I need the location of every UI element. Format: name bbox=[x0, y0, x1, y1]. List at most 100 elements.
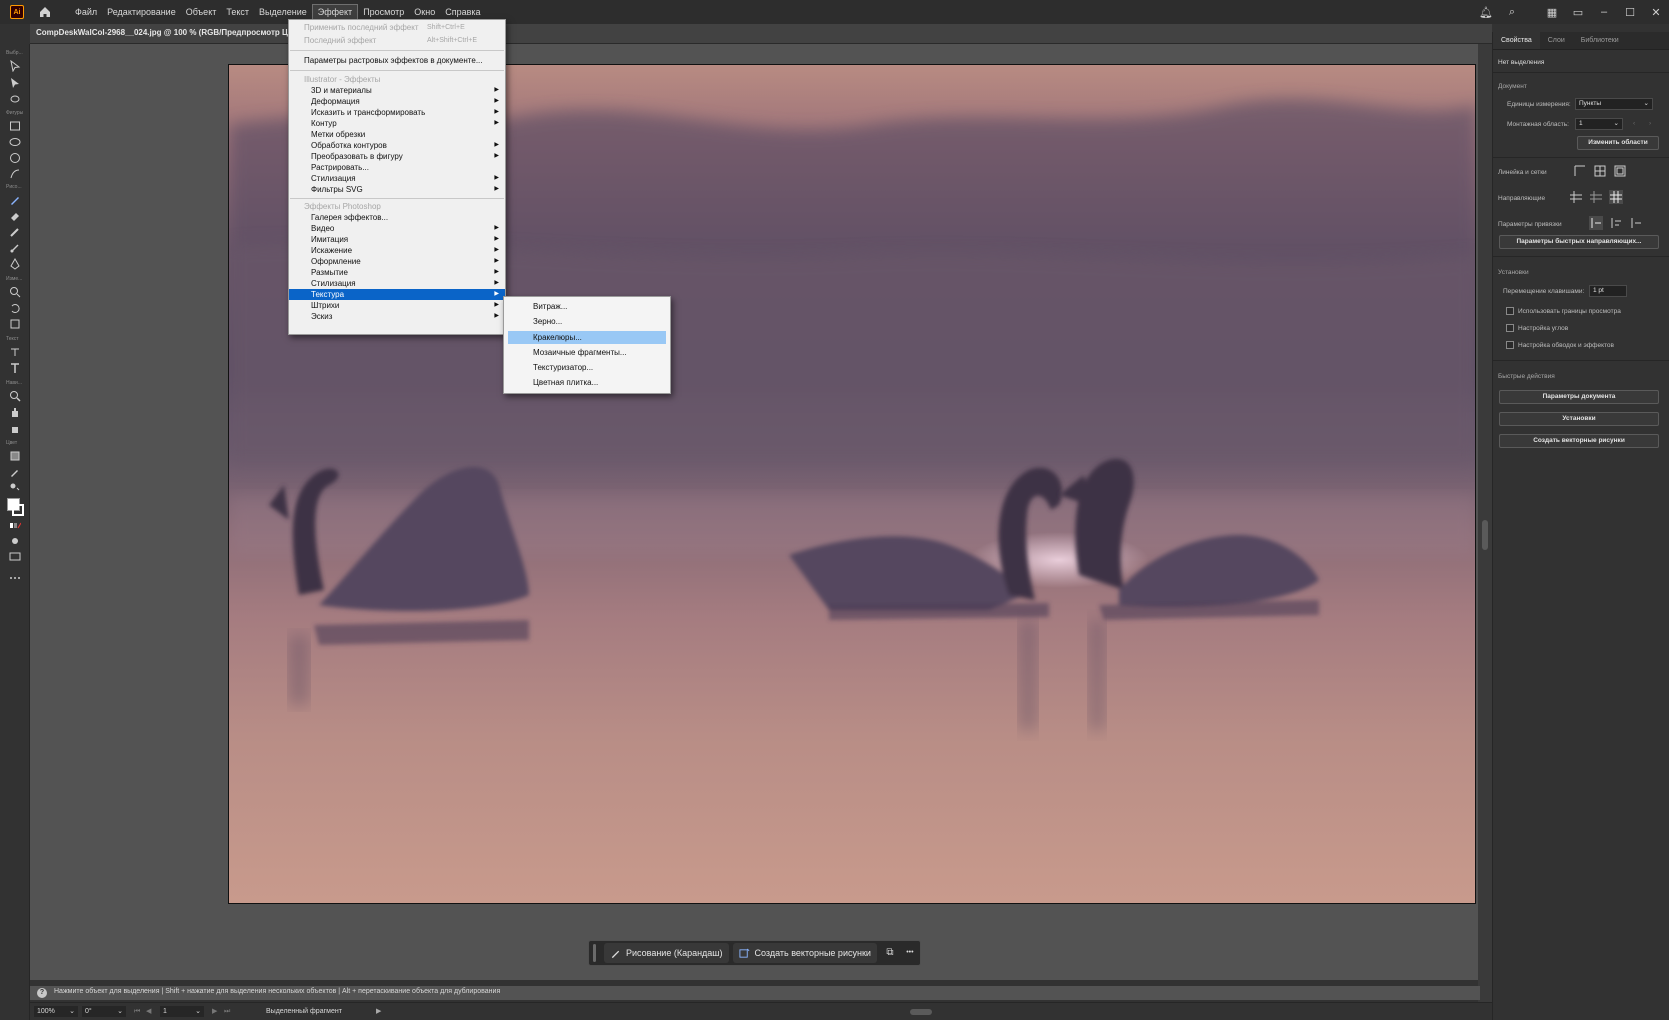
menu-item-artistic[interactable]: Имитация ▶ bbox=[289, 234, 505, 245]
close-icon[interactable]: ✕ bbox=[1643, 6, 1669, 19]
home-icon[interactable] bbox=[38, 5, 52, 19]
menu-raster-effects-settings[interactable]: Параметры растровых эффектов в документе… bbox=[289, 55, 505, 66]
width-tool-icon[interactable] bbox=[9, 318, 21, 330]
more-options-icon[interactable]: ••• bbox=[903, 946, 917, 960]
eyedropper-tool-icon[interactable] bbox=[9, 466, 21, 478]
menu-view[interactable]: Просмотр bbox=[358, 4, 409, 20]
tab-layers[interactable]: Слои bbox=[1540, 32, 1573, 49]
snap-to-point-icon[interactable] bbox=[1589, 216, 1603, 230]
image-options-icon[interactable]: ⧉ bbox=[883, 946, 897, 960]
rotate-view-tool-icon[interactable] bbox=[9, 422, 21, 434]
first-artboard-icon[interactable]: ⏮ bbox=[134, 1006, 140, 1017]
checkbox-preview-bounds[interactable] bbox=[1506, 307, 1514, 315]
menu-item-stylize-ai[interactable]: Стилизация ▶ bbox=[289, 173, 505, 184]
search-icon[interactable]: ⌕ bbox=[1499, 6, 1525, 19]
pen-tool-icon[interactable] bbox=[9, 258, 21, 270]
ellipse-tool-icon[interactable] bbox=[9, 136, 21, 148]
menu-item-pixelate[interactable]: Оформление ▶ bbox=[289, 256, 505, 267]
edit-artboards-button[interactable]: Изменить области bbox=[1577, 136, 1659, 150]
submenu-item-texturizer[interactable]: Текстуризатор... bbox=[508, 361, 666, 374]
polygon-tool-icon[interactable] bbox=[9, 152, 21, 164]
menu-item-texture[interactable]: Текстура ▶ bbox=[289, 289, 505, 300]
menu-item-sketch[interactable]: Эскиз ▶ bbox=[289, 311, 505, 322]
menu-item-stylize-ps[interactable]: Стилизация ▶ bbox=[289, 278, 505, 289]
draw-mode-icon[interactable] bbox=[9, 535, 21, 547]
minimize-icon[interactable]: – bbox=[1591, 6, 1617, 18]
snap-to-pixel-icon[interactable] bbox=[1609, 216, 1623, 230]
menu-select[interactable]: Выделение bbox=[254, 4, 312, 20]
more-tools-icon[interactable] bbox=[9, 572, 21, 584]
menu-effect[interactable]: Эффект bbox=[311, 4, 359, 20]
menu-item-video[interactable]: Видео ▶ bbox=[289, 223, 505, 234]
blob-brush-tool-icon[interactable] bbox=[9, 242, 21, 254]
menu-item-distort[interactable]: Искажение ▶ bbox=[289, 245, 505, 256]
help-icon[interactable]: ? bbox=[37, 988, 47, 998]
prev-artboard-icon[interactable]: ‹ bbox=[1633, 120, 1635, 127]
screen-mode-icon[interactable] bbox=[9, 550, 21, 562]
menu-item-convert-to-shape[interactable]: Преобразовать в фигуру ▶ bbox=[289, 151, 505, 162]
menu-item-3d[interactable]: 3D и материалы ▶ bbox=[289, 85, 505, 96]
artboard-select[interactable]: 1 ⌄ bbox=[1575, 118, 1623, 130]
type-tool-icon[interactable] bbox=[9, 362, 21, 374]
last-artboard-icon[interactable]: ⏭ bbox=[224, 1006, 230, 1017]
color-mode-icon[interactable] bbox=[9, 520, 21, 532]
document-tab[interactable]: CompDeskWalCol-2968__024.jpg @ 100 % (RG… bbox=[36, 28, 296, 37]
menu-item-crop-marks[interactable]: Метки обрезки bbox=[289, 129, 505, 140]
selection-tool-icon[interactable] bbox=[9, 60, 21, 72]
zoom-tool-icon[interactable] bbox=[9, 390, 21, 402]
units-select[interactable]: Пункты ⌄ bbox=[1575, 98, 1653, 110]
shaper-tool-icon[interactable] bbox=[9, 168, 21, 180]
grid-icon[interactable] bbox=[1593, 164, 1607, 178]
menu-edit[interactable]: Редактирование bbox=[102, 4, 181, 20]
hand-tool-icon[interactable] bbox=[9, 406, 21, 418]
menu-file[interactable]: Файл bbox=[70, 4, 102, 20]
menu-help[interactable]: Справка bbox=[440, 4, 485, 20]
next-artboard-icon[interactable]: › bbox=[1649, 120, 1651, 127]
submenu-item-grain[interactable]: Зерно... bbox=[508, 315, 666, 328]
stroke-color-swatch[interactable] bbox=[12, 504, 24, 516]
rotation-field[interactable]: 0° ⌄ bbox=[82, 1006, 126, 1017]
submenu-item-craquelure[interactable]: Кракелюры... bbox=[508, 331, 666, 344]
bell-icon[interactable]: 🔔︎ bbox=[1473, 6, 1499, 19]
menu-item-svg-filters[interactable]: Фильтры SVG ▶ bbox=[289, 184, 505, 195]
menu-item-distort-transform[interactable]: Исказить и трансформировать ▶ bbox=[289, 107, 505, 118]
menu-item-brush-strokes[interactable]: Штрихи ▶ bbox=[289, 300, 505, 311]
rotate-tool-icon[interactable] bbox=[9, 302, 21, 314]
menu-object[interactable]: Объект bbox=[181, 4, 222, 20]
swap-colors-icon[interactable] bbox=[9, 482, 21, 494]
next-artboard-icon[interactable]: ▶ bbox=[212, 1006, 217, 1017]
smart-guides-settings-button[interactable]: Параметры быстрых направляющих... bbox=[1499, 235, 1659, 249]
document-setup-button[interactable]: Параметры документа bbox=[1499, 390, 1659, 404]
workspace-icon[interactable]: ▦ bbox=[1539, 6, 1565, 19]
menu-window[interactable]: Окно bbox=[409, 4, 440, 20]
menu-item-path[interactable]: Контур ▶ bbox=[289, 118, 505, 129]
ruler-icon[interactable] bbox=[1573, 164, 1587, 178]
scrollbar-thumb[interactable] bbox=[1482, 520, 1488, 550]
arrange-docs-icon[interactable]: ▭ bbox=[1565, 6, 1591, 19]
scale-tool-icon[interactable] bbox=[9, 286, 21, 298]
type-on-path-tool-icon[interactable] bbox=[9, 346, 21, 358]
zoom-level-field[interactable]: 100% ⌄ bbox=[34, 1006, 78, 1017]
create-vector-art-button[interactable]: Создать векторные рисунки bbox=[732, 943, 877, 963]
maximize-icon[interactable]: ☐ bbox=[1617, 6, 1643, 19]
horizontal-scrollbar-thumb[interactable] bbox=[910, 1009, 932, 1015]
vertical-scrollbar[interactable] bbox=[1478, 44, 1492, 1004]
snap-to-glyph-icon[interactable] bbox=[1629, 216, 1643, 230]
menu-type[interactable]: Текст bbox=[221, 4, 254, 20]
tab-libraries[interactable]: Библиотеки bbox=[1573, 32, 1627, 49]
keyboard-increment-input[interactable]: 1 pt bbox=[1589, 285, 1627, 297]
drag-handle[interactable] bbox=[593, 944, 596, 962]
smart-guides-icon[interactable] bbox=[1609, 190, 1623, 204]
transparency-grid-icon[interactable] bbox=[1613, 164, 1627, 178]
menu-item-pathfinder[interactable]: Обработка контуров ▶ bbox=[289, 140, 505, 151]
menu-item-blur[interactable]: Размытие ▶ bbox=[289, 267, 505, 278]
eraser-tool-icon[interactable] bbox=[9, 210, 21, 222]
pencil-tool-icon[interactable] bbox=[9, 194, 21, 206]
menu-item-effect-gallery[interactable]: Галерея эффектов... bbox=[289, 212, 505, 223]
lasso-tool-icon[interactable] bbox=[9, 94, 21, 106]
menu-item-warp[interactable]: Деформация ▶ bbox=[289, 96, 505, 107]
rectangle-tool-icon[interactable] bbox=[9, 120, 21, 132]
prev-artboard-icon[interactable]: ◀ bbox=[146, 1006, 151, 1017]
paintbrush-tool-icon[interactable] bbox=[9, 226, 21, 238]
show-guides-icon[interactable] bbox=[1569, 190, 1583, 204]
